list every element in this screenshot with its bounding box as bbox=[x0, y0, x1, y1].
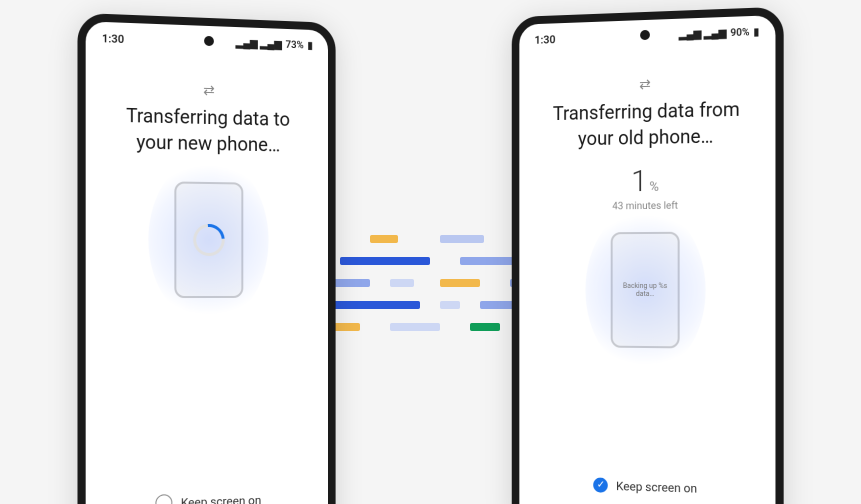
keep-screen-label: Keep screen on bbox=[616, 479, 697, 496]
keep-screen-label: Keep screen on bbox=[181, 493, 262, 504]
keep-screen-checkbox[interactable]: ✓ bbox=[594, 477, 609, 492]
percent-symbol: % bbox=[649, 180, 658, 195]
stream-segment bbox=[470, 323, 500, 331]
battery-label: 73% bbox=[286, 40, 304, 52]
camera-notch bbox=[204, 36, 214, 46]
signal-icon: ▂▄▆ ▂▄▆ bbox=[679, 28, 726, 41]
stream-segment bbox=[390, 279, 414, 287]
device-illustration: Backing up %s data… bbox=[611, 232, 680, 349]
clock: 1:30 bbox=[535, 33, 556, 47]
signal-icon: ▂▄▆ ▂▄▆ bbox=[236, 38, 282, 51]
keep-screen-row[interactable]: Keep screen on bbox=[86, 489, 328, 504]
stream-segment bbox=[440, 235, 484, 243]
keep-screen-checkbox[interactable] bbox=[156, 494, 173, 504]
page-title: Transferring data to your new phone… bbox=[86, 96, 328, 165]
keep-screen-row[interactable]: ✓ Keep screen on bbox=[519, 475, 775, 498]
stream-segment bbox=[440, 279, 480, 287]
stream-segment bbox=[440, 301, 460, 309]
battery-icon: ▮ bbox=[754, 27, 760, 38]
backup-status-text: Backing up %s data… bbox=[613, 282, 678, 298]
clock: 1:30 bbox=[102, 32, 124, 46]
status-icons: ▂▄▆ ▂▄▆ 73% ▮ bbox=[236, 38, 313, 52]
progress-percent: 1 bbox=[631, 164, 647, 199]
stream-segment bbox=[340, 257, 430, 265]
stream-segment bbox=[370, 235, 398, 243]
old-phone-frame: 1:30 ▂▄▆ ▂▄▆ 73% ▮ ⇄ Transferring data t… bbox=[77, 13, 335, 504]
spinner-icon bbox=[187, 218, 231, 263]
page-title: Transferring data from your old phone… bbox=[519, 90, 775, 159]
battery-label: 90% bbox=[730, 27, 749, 39]
new-phone-frame: 1:30 ▂▄▆ ▂▄▆ 90% ▮ ⇄ Transferring data f… bbox=[512, 7, 784, 504]
status-icons: ▂▄▆ ▂▄▆ 90% ▮ bbox=[679, 27, 759, 41]
device-illustration bbox=[174, 182, 243, 299]
battery-icon: ▮ bbox=[307, 41, 312, 52]
stream-segment bbox=[390, 323, 440, 331]
